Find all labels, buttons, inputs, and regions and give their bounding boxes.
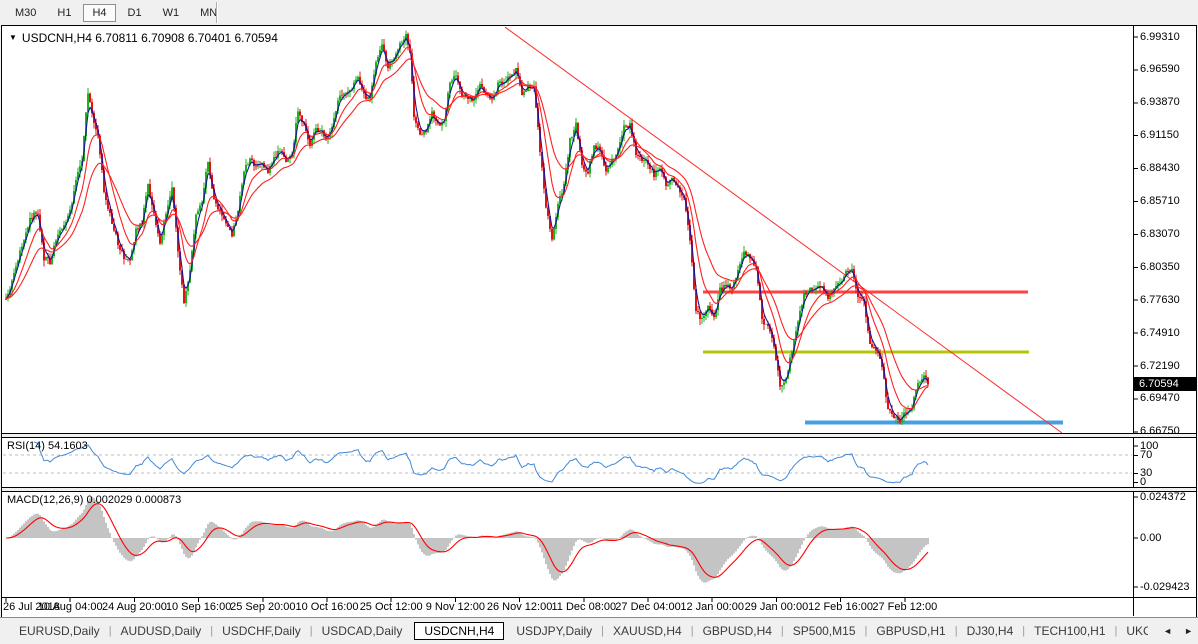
price-axis-label: 6.85710	[1140, 195, 1180, 207]
time-axis-label: 12 Jan 00:00	[680, 601, 744, 613]
time-axis-label: 25 Sep 20:00	[230, 601, 295, 613]
chart-plot-area[interactable]	[2, 26, 1133, 433]
timeframe-button-h1[interactable]: H1	[48, 4, 80, 22]
rsi-indicator-label: RSI(14) 54.1603	[7, 440, 88, 452]
price-axis-label: 6.69470	[1140, 392, 1180, 404]
tab-scroll-left-icon[interactable]: ◄	[1163, 626, 1172, 636]
timeframe-button-w1[interactable]: W1	[154, 4, 189, 22]
time-axis-label: 10 Aug 04:00	[38, 601, 103, 613]
price-axis-label: 6.80350	[1140, 261, 1180, 273]
timeframe-button-d1[interactable]: D1	[119, 4, 151, 22]
symbol-tab-xauusd-h4[interactable]: XAUUSD,H4	[604, 622, 691, 640]
symbol-tab-usdjpy-daily[interactable]: USDJPY,Daily	[507, 622, 601, 640]
price-axis-label: 6.72190	[1140, 360, 1180, 372]
price-axis-label: 6.91150	[1140, 129, 1179, 141]
time-axis-label: 11 Dec 08:00	[551, 601, 616, 613]
symbol-tab-sp500-m15[interactable]: SP500,M15	[784, 622, 865, 640]
current-price-badge: 6.70594	[1134, 377, 1197, 391]
tab-scroll-controls: ◄ ►	[1163, 618, 1193, 644]
time-axis-label: 10 Sep 16:00	[166, 601, 231, 613]
timeframe-button-m30[interactable]: M30	[6, 4, 45, 22]
time-axis-label: 24 Aug 20:00	[102, 601, 167, 613]
symbol-tab-usdchf-daily[interactable]: USDCHF,Daily	[213, 622, 310, 640]
tab-scroll-right-icon[interactable]: ►	[1184, 626, 1193, 636]
timeframe-toolbar: M30H1H4D1W1MN	[0, 0, 1198, 25]
macd-axis-label: -0.029423	[1140, 581, 1190, 593]
price-axis-label: 6.77630	[1140, 294, 1180, 306]
macd-indicator-label: MACD(12,26,9) 0.002029 0.000873	[7, 494, 181, 506]
chart-canvas	[0, 0, 1198, 644]
symbol-tab-bar: EURUSD,Daily|AUDUSD,Daily|USDCHF,Daily|U…	[0, 617, 1198, 644]
symbol-tab-gbpusd-h4[interactable]: GBPUSD,H4	[694, 622, 781, 640]
symbol-tab-dj30-h4[interactable]: DJ30,H4	[958, 622, 1023, 640]
chart-title-text: USDCNH,H4 6.70811 6.70908 6.70401 6.7059…	[22, 31, 278, 45]
rsi-axis-label: 0	[1140, 476, 1146, 488]
indicator-panels	[3, 442, 1132, 583]
chart-title: ▼ USDCNH,H4 6.70811 6.70908 6.70401 6.705…	[9, 31, 278, 45]
time-axis-label: 26 Nov 12:00	[487, 601, 552, 613]
symbol-tab-usdcad-daily[interactable]: USDCAD,Daily	[313, 622, 412, 640]
time-axis-label: 10 Oct 16:00	[296, 601, 359, 613]
time-axis-label: 12 Feb 16:00	[808, 601, 873, 613]
time-axis-label: 9 Nov 12:00	[426, 601, 485, 613]
symbol-tab-gbpusd-h1[interactable]: GBPUSD,H1	[867, 622, 954, 640]
price-axis-label: 6.99310	[1140, 31, 1180, 43]
time-axis-label: 25 Oct 12:00	[360, 601, 423, 613]
time-axis-label: 27 Dec 04:00	[615, 601, 680, 613]
price-axis-label: 6.66750	[1140, 425, 1180, 437]
symbol-tab-eurusd-daily[interactable]: EURUSD,Daily	[10, 622, 109, 640]
time-axis-label: 27 Feb 12:00	[872, 601, 937, 613]
rsi-line	[34, 442, 928, 483]
macd-axis-label: 0.00	[1140, 532, 1161, 544]
symbol-tab-ukc[interactable]: UKC	[1117, 622, 1148, 640]
trading-terminal: M30H1H4D1W1MN ▼ USDCNH,H4 6.70811 6.70908…	[0, 0, 1198, 644]
price-axis-label: 6.88430	[1140, 162, 1180, 174]
toolbar-separator	[216, 2, 218, 23]
macd-axis-label: 0.024372	[1140, 491, 1186, 503]
symbol-tabs: EURUSD,Daily|AUDUSD,Daily|USDCHF,Daily|U…	[10, 622, 1148, 640]
symbol-tab-usdcnh-h4[interactable]: USDCNH,H4	[414, 622, 504, 640]
rsi-axis-label: 70	[1140, 449, 1152, 461]
timeframe-button-mn[interactable]: MN	[191, 4, 226, 22]
symbol-tab-tech100-h1[interactable]: TECH100,H1	[1025, 622, 1114, 640]
timeframe-button-group: M30H1H4D1W1MN	[6, 4, 229, 22]
price-axis-label: 6.93870	[1140, 96, 1180, 108]
timeframe-button-h4[interactable]: H4	[83, 4, 115, 22]
symbol-tab-audusd-daily[interactable]: AUDUSD,Daily	[112, 622, 211, 640]
time-axis-label: 29 Jan 00:00	[745, 601, 809, 613]
price-axis-label: 6.83070	[1140, 228, 1180, 240]
price-axis-label: 6.96590	[1140, 63, 1180, 75]
price-axis-label: 6.74910	[1140, 327, 1180, 339]
chart-dropdown-icon[interactable]: ▼	[9, 33, 17, 42]
